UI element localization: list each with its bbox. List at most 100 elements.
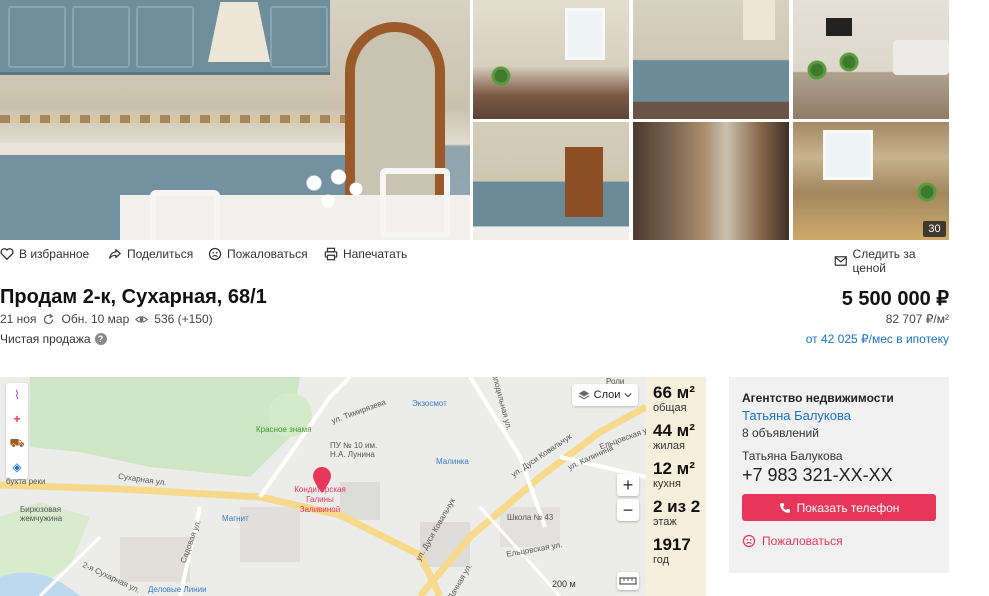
listing-date: 21 ноя: [0, 312, 37, 326]
photo-count-badge[interactable]: 30: [923, 221, 946, 237]
ruler-button[interactable]: [617, 572, 639, 590]
report-label: Пожаловаться: [227, 247, 308, 261]
chair: [150, 190, 220, 240]
listing-updated: Обн. 10 мар: [61, 312, 130, 326]
tv: [826, 18, 852, 36]
share-button[interactable]: Поделиться: [108, 247, 193, 261]
countertop: [0, 143, 360, 155]
spec-living-area: 44 м² жилая: [653, 421, 706, 452]
plant: [917, 180, 937, 204]
spec-year: 1917 год: [653, 535, 706, 566]
cart-icon[interactable]: ⛟: [6, 431, 28, 455]
zoom-out-button[interactable]: −: [617, 499, 639, 521]
agent-ads-count: 8 объявлений: [742, 426, 819, 440]
sofa: [893, 40, 949, 75]
upper-cabinets: [0, 0, 330, 75]
sad-face-icon: [742, 534, 756, 548]
spec-value: 12 м²: [653, 459, 695, 478]
thumbnail-photo[interactable]: [473, 122, 629, 240]
ruler-icon: [619, 577, 637, 585]
map-label: Школа № 43: [507, 513, 554, 522]
sale-type-label: Чистая продажа: [0, 332, 91, 346]
eye-icon: [135, 315, 149, 323]
agent-card: Агентство недвижимости Татьяна Балукова …: [729, 377, 949, 573]
thumbnail-photo[interactable]: [633, 0, 789, 119]
tile-border: [0, 115, 350, 123]
agent-heading: Агентство недвижимости: [742, 391, 894, 405]
sale-type: Чистая продажа ?: [0, 332, 107, 346]
map-label: Бирюзовая жемчужина: [20, 505, 63, 523]
complain-label: Пожаловаться: [762, 534, 843, 548]
print-button[interactable]: Напечатать: [324, 247, 407, 261]
spec-kitchen-area: 12 м² кухня: [653, 459, 706, 490]
spec-label: общая: [653, 402, 687, 414]
thumbnail-photo[interactable]: [793, 0, 949, 119]
listing-meta: 21 ноя Обн. 10 мар 536 (+150): [0, 312, 213, 326]
spec-value: 66 м²: [653, 383, 695, 402]
thumbnail-photo[interactable]: 30: [793, 122, 949, 240]
envelope-icon: [834, 256, 847, 266]
action-bar: В избранное Поделиться Пожаловаться Напе…: [0, 247, 949, 275]
listing-views: 536 (+150): [154, 312, 213, 326]
spec-label: этаж: [653, 516, 677, 528]
main-photo[interactable]: [0, 0, 470, 240]
chair: [380, 168, 450, 238]
spec-value: 1917: [653, 535, 691, 554]
spec-total-area: 66 м² общая: [653, 383, 706, 414]
stack-icon: [578, 390, 590, 400]
add-point-icon[interactable]: +: [6, 407, 28, 431]
plant: [491, 64, 511, 88]
layers-label: Слои: [593, 389, 621, 401]
chevron-down-icon: [624, 392, 632, 398]
favorite-button[interactable]: В избранное: [0, 247, 89, 261]
spec-label: кухня: [653, 478, 681, 490]
photo-gallery: 30: [0, 0, 949, 240]
map-label: Красное знамя: [256, 425, 312, 434]
map-label: Магнит: [222, 514, 249, 523]
price-per-m2: 82 707 ₽/м²: [885, 312, 949, 326]
spec-value: 2 из 2: [653, 497, 701, 516]
thumbnail-photo[interactable]: [633, 122, 789, 240]
window: [565, 8, 605, 60]
share-label: Поделиться: [127, 247, 194, 261]
track-price-label: Следить за ценой: [852, 247, 916, 275]
arched-doorway: [565, 147, 603, 217]
report-button[interactable]: Пожаловаться: [208, 247, 308, 261]
track-price-button[interactable]: Следить за ценой: [834, 247, 949, 275]
print-label: Напечатать: [343, 247, 408, 261]
layers-button[interactable]: Слои: [572, 384, 638, 406]
mortgage-link[interactable]: от 42 025 ₽/мес в ипотеку: [806, 332, 949, 346]
heart-icon: [0, 248, 14, 261]
spec-floor: 2 из 2 этаж: [653, 497, 706, 528]
map-toolbar: ⌇ + ⛟ ◈: [6, 383, 28, 479]
zoom-in-button[interactable]: +: [617, 474, 639, 496]
favorite-label: В избранное: [19, 247, 90, 261]
map-label: Малинка: [436, 457, 469, 466]
window: [823, 130, 873, 180]
phone-number: +7 983 321-XX-XX: [742, 465, 893, 485]
contact-person: Татьяна Балукова: [742, 449, 843, 463]
spec-label: год: [653, 554, 670, 566]
share-icon: [109, 249, 121, 259]
show-phone-label: Показать телефон: [796, 500, 900, 515]
show-phone-button[interactable]: Показать телефон: [742, 494, 936, 521]
location-pin-icon[interactable]: [311, 466, 333, 494]
ruler-tool-icon[interactable]: ⌇: [6, 383, 28, 407]
map-label: бухта реки: [6, 477, 46, 486]
sad-face-icon: [208, 247, 222, 261]
range-hood: [743, 0, 775, 40]
price: 5 500 000 ₽: [841, 288, 949, 310]
cotton-bouquet: [300, 165, 370, 225]
listing-title: Продам 2-к, Сухарная, 68/1: [0, 286, 267, 308]
plant: [839, 50, 859, 74]
complain-link[interactable]: Пожаловаться: [742, 534, 936, 548]
specs-panel: 66 м² общая 44 м² жилая 12 м² кухня 2 из…: [646, 377, 706, 596]
agent-name-link[interactable]: Татьяна Балукова: [742, 408, 936, 423]
thumbnail-photo[interactable]: [473, 0, 629, 119]
map-label: ПУ № 10 им. Н.А. Лунина: [330, 441, 378, 459]
spec-value: 44 м²: [653, 421, 695, 440]
layers-tool-icon[interactable]: ◈: [6, 455, 28, 479]
help-icon[interactable]: ?: [94, 333, 107, 345]
map-scale: 200 м: [552, 579, 576, 589]
printer-icon: [324, 247, 338, 261]
